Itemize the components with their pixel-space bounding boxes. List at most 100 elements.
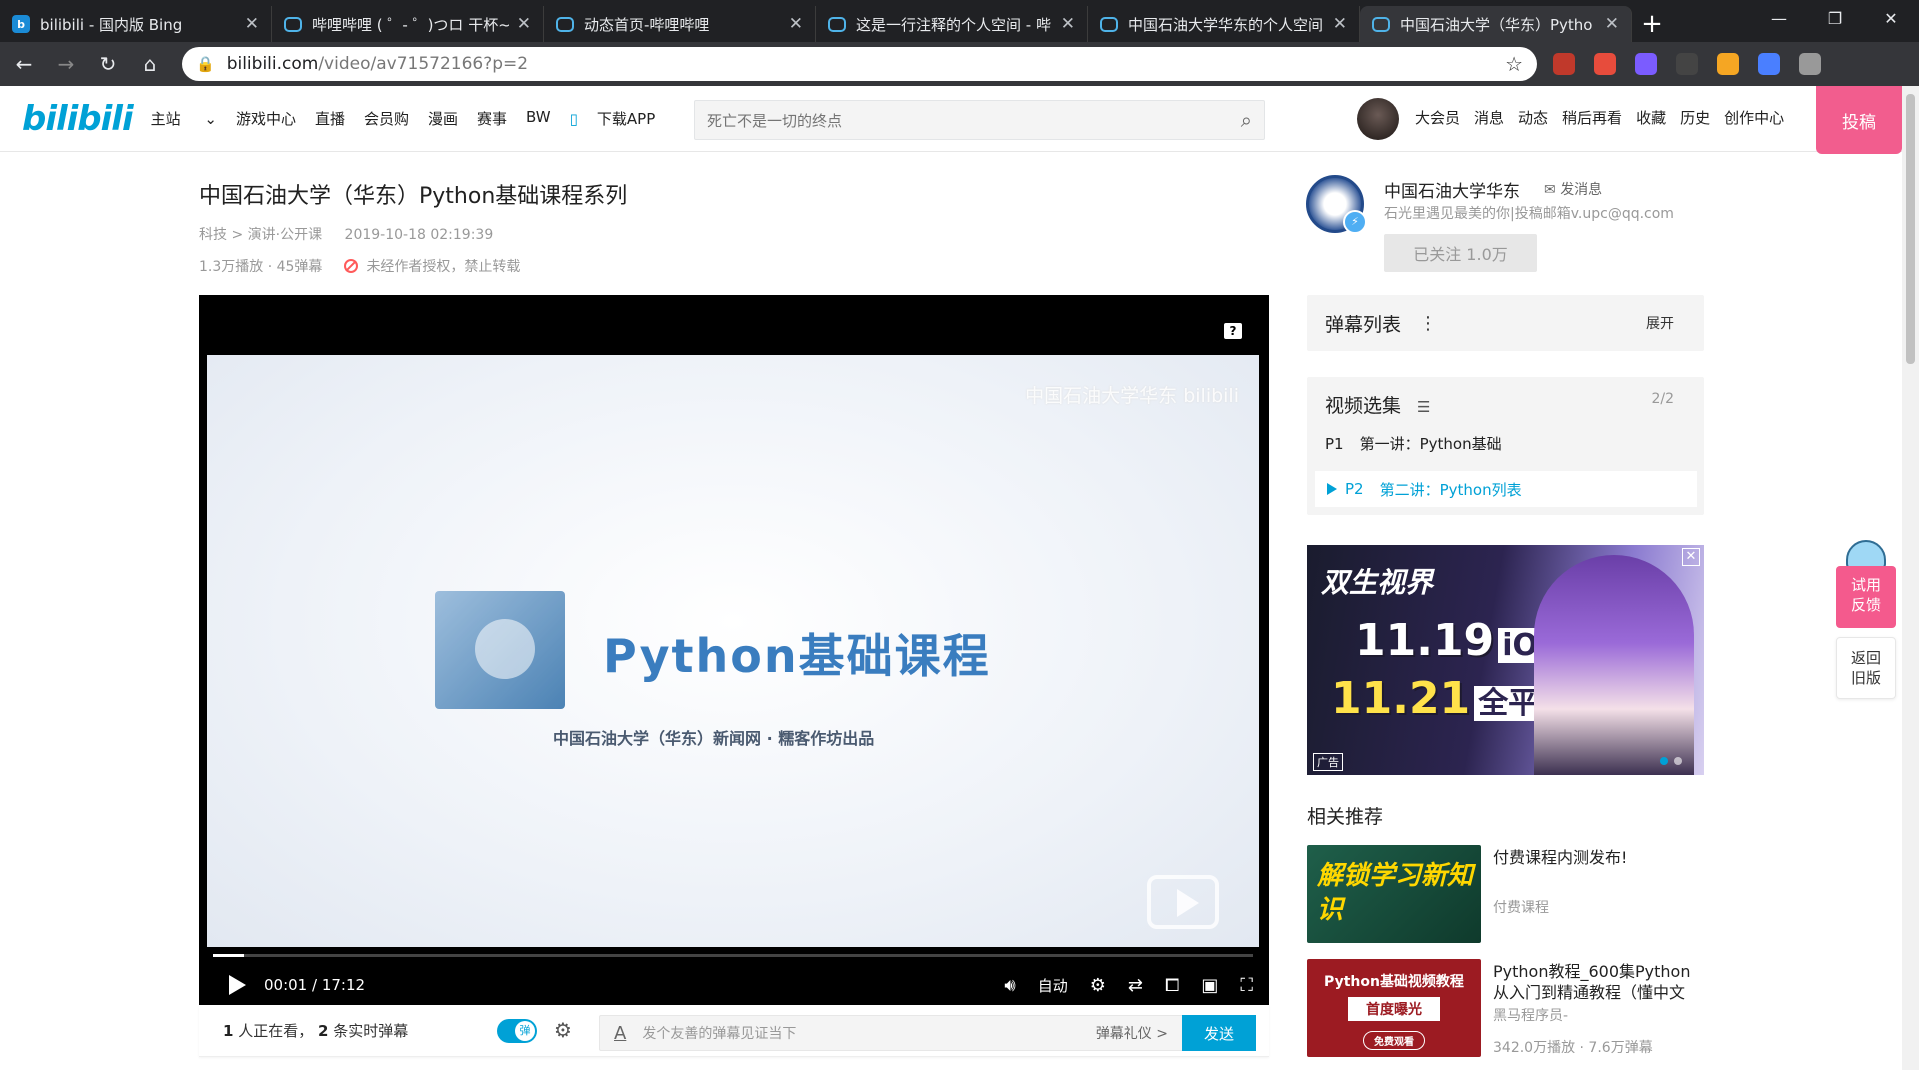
send-danmaku-button[interactable]: 发送	[1182, 1015, 1256, 1051]
close-tab-icon[interactable]: ✕	[1061, 14, 1075, 34]
extension-icon[interactable]	[1676, 53, 1698, 75]
extension-icon[interactable]	[1594, 53, 1616, 75]
nav-messages[interactable]: 消息	[1474, 107, 1504, 128]
feedback-button[interactable]: 试用反馈	[1836, 566, 1896, 628]
danmaku-settings-icon[interactable]: ⚙	[554, 1018, 572, 1042]
danmaku-style-icon[interactable]: A	[614, 1023, 626, 1044]
related-item[interactable]: Python基础视频教程 首度曝光 免费观看 Python教程_600集Pyth…	[1307, 959, 1704, 1059]
related-item-title[interactable]: Python教程_600集Python从入门到精通教程（懂中文	[1493, 961, 1703, 1003]
nav-history[interactable]: 历史	[1680, 107, 1710, 128]
nav-esports[interactable]: 赛事	[477, 108, 507, 129]
bilibili-tv-play-icon[interactable]	[1147, 875, 1219, 929]
extension-icon[interactable]	[1635, 53, 1657, 75]
extension-icon[interactable]	[1799, 53, 1821, 75]
search-input[interactable]: 死亡不是一切的终点	[707, 110, 1241, 131]
volume-icon[interactable]: 🔊︎	[1004, 975, 1015, 996]
progress-bar[interactable]	[213, 954, 1253, 957]
lock-icon[interactable]: 🔒	[196, 55, 215, 73]
nav-manga[interactable]: 漫画	[428, 108, 458, 129]
web-fullscreen-icon[interactable]: ▣	[1201, 975, 1218, 996]
search-box[interactable]: 死亡不是一切的终点 ⌕	[694, 100, 1265, 140]
browser-tab[interactable]: 动态首页-哔哩哔哩 ✕	[544, 6, 816, 42]
address-bar[interactable]: 🔒 bilibili.com/video/av71572166?p=2 ☆	[182, 47, 1537, 81]
user-avatar[interactable]	[1357, 98, 1399, 140]
home-icon[interactable]: ⌂	[132, 52, 168, 76]
nav-favorites[interactable]: 收藏	[1636, 107, 1666, 128]
scrollbar-thumb[interactable]	[1906, 94, 1915, 364]
follow-button[interactable]: 已关注 1.0万	[1384, 234, 1537, 272]
browser-tab[interactable]: 中国石油大学华东的个人空间 ✕	[1088, 6, 1360, 42]
close-tab-icon[interactable]: ✕	[517, 14, 531, 34]
browser-tab[interactable]: 这是一行注释的个人空间 - 哔 ✕	[816, 6, 1088, 42]
uploader-name[interactable]: 中国石油大学华东	[1384, 177, 1520, 202]
feedback-widget[interactable]: 试用反馈	[1836, 540, 1896, 628]
uploader-avatar[interactable]	[1306, 175, 1367, 234]
close-tab-icon[interactable]: ✕	[789, 14, 803, 34]
video-frame[interactable]: 中国石油大学华东 bilibili Python基础课程 中国石油大学（华东）新…	[207, 355, 1259, 947]
page-scrollbar[interactable]	[1902, 86, 1919, 1070]
maximize-icon[interactable]: ❐	[1807, 0, 1863, 36]
expand-button[interactable]: 展开	[1646, 313, 1674, 333]
new-tab-button[interactable]: +	[1632, 6, 1672, 42]
danmaku-list-panel[interactable]: 弹幕列表 ⋮ 展开	[1307, 295, 1704, 351]
return-old-version-button[interactable]: 返回旧版	[1836, 637, 1896, 699]
settings-gear-icon[interactable]: ⚙	[1090, 975, 1106, 996]
reload-icon[interactable]: ↻	[90, 52, 126, 76]
upload-button[interactable]: 投稿	[1816, 86, 1902, 154]
related-item-up[interactable]: 付费课程	[1493, 897, 1549, 917]
fullscreen-icon[interactable]: ⛶	[1240, 975, 1253, 996]
play-icon[interactable]	[229, 975, 246, 995]
danmaku-off-icon[interactable]: ⇄	[1128, 975, 1143, 996]
close-tab-icon[interactable]: ✕	[245, 14, 259, 34]
nav-games[interactable]: 游戏中心	[236, 108, 296, 129]
close-tab-icon[interactable]: ✕	[1333, 14, 1347, 34]
forward-icon[interactable]: →	[48, 52, 84, 76]
nav-creator-center[interactable]: 创作中心	[1724, 107, 1784, 128]
browser-tab[interactable]: 哔哩哔哩 ( ゜- ゜)つロ 干杯~- ✕	[272, 6, 544, 42]
bilibili-logo[interactable]: bilibili	[22, 99, 134, 139]
close-tab-icon[interactable]: ✕	[1605, 14, 1619, 34]
danmaku-input-placeholder[interactable]: 发个友善的弹幕见证当下	[642, 1023, 1095, 1043]
danmaku-toggle[interactable]: 弹	[497, 1019, 537, 1043]
video-player[interactable]: ? 中国石油大学华东 bilibili Python基础课程 中国石油大学（华东…	[199, 295, 1269, 1005]
nav-main-site[interactable]: 主站 ⌄	[151, 108, 217, 129]
nav-vip[interactable]: 大会员	[1415, 107, 1460, 128]
related-item[interactable]: 解锁学习新知识 付费课程内测发布! 付费课程	[1307, 845, 1704, 945]
extension-icon[interactable]	[1758, 53, 1780, 75]
related-item-title[interactable]: 付费课程内测发布!	[1493, 847, 1703, 868]
extension-icon[interactable]	[1553, 53, 1575, 75]
minimize-icon[interactable]: —	[1751, 0, 1807, 36]
nav-dynamics[interactable]: 动态	[1518, 107, 1548, 128]
extension-icon[interactable]	[1717, 53, 1739, 75]
help-icon[interactable]: ?	[1224, 323, 1242, 339]
back-icon[interactable]: ←	[6, 52, 42, 76]
related-item-up[interactable]: 黑马程序员-	[1493, 1005, 1568, 1025]
widescreen-icon[interactable]: ⧠	[1165, 975, 1179, 996]
episodes-title: 视频选集	[1325, 395, 1402, 417]
close-icon[interactable]: ✕	[1682, 548, 1700, 566]
quality-selector[interactable]: 自动	[1038, 975, 1068, 996]
play-icon: 免费观看	[1363, 1031, 1425, 1050]
close-window-icon[interactable]: ✕	[1863, 0, 1919, 36]
browser-tab-active[interactable]: 中国石油大学（华东）Pytho ✕	[1360, 6, 1632, 42]
video-category[interactable]: 科技 > 演讲·公开课	[199, 227, 322, 243]
episode-item[interactable]: P1 第一讲：Python基础	[1325, 433, 1502, 454]
browser-tab[interactable]: b bilibili - 国内版 Bing ✕	[0, 6, 272, 42]
search-icon[interactable]: ⌕	[1241, 108, 1252, 132]
send-message-link[interactable]: ✉ 发消息	[1544, 179, 1602, 199]
ad-banner[interactable]: 双生视界 11.19iOS版 11.21全平台 广告 ✕	[1307, 545, 1704, 775]
related-thumbnail[interactable]: Python基础视频教程 首度曝光 免费观看	[1307, 959, 1481, 1057]
episode-item-active[interactable]: P2 第二讲：Python列表	[1315, 471, 1697, 507]
bookmark-star-icon[interactable]: ☆	[1505, 52, 1523, 76]
nav-shop[interactable]: 会员购	[364, 108, 409, 129]
related-thumbnail[interactable]: 解锁学习新知识	[1307, 845, 1481, 943]
list-icon[interactable]: ☰	[1417, 398, 1430, 416]
nav-bw[interactable]: BW	[526, 108, 551, 129]
nav-live[interactable]: 直播	[315, 108, 345, 129]
nav-download-app[interactable]: ▯ 下载APP	[570, 108, 675, 129]
carousel-dots[interactable]	[1654, 757, 1682, 765]
danmaku-input[interactable]: A 发个友善的弹幕见证当下 弹幕礼仪 >	[599, 1015, 1183, 1051]
danmaku-etiquette-link[interactable]: 弹幕礼仪 >	[1096, 1023, 1168, 1043]
nav-watch-later[interactable]: 稍后再看	[1562, 107, 1622, 128]
more-options-icon[interactable]: ⋮	[1419, 313, 1437, 334]
